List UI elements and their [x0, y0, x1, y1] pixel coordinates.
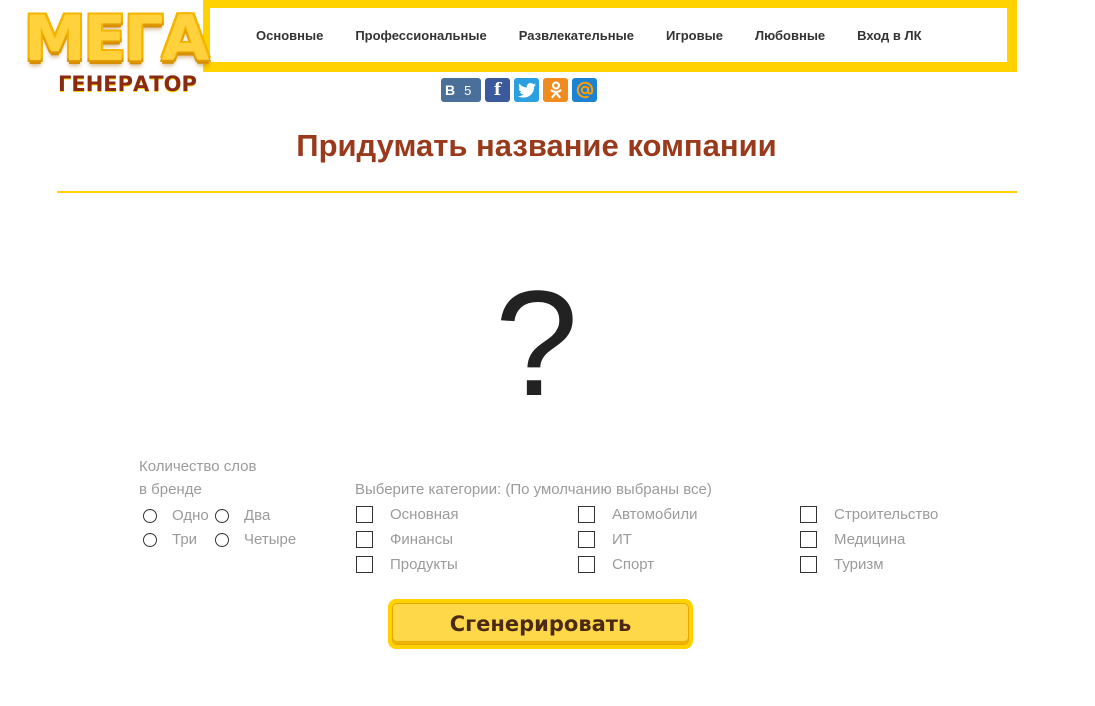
checkbox[interactable]: [800, 530, 817, 548]
mailru-icon: [576, 81, 593, 99]
vk-share-count: 5: [464, 82, 472, 98]
nav-item-entertainment[interactable]: Развлекательные: [503, 28, 650, 43]
twitter-icon: [517, 82, 536, 98]
category-cars[interactable]: Автомобили: [578, 505, 800, 523]
page-title: Придумать название компании: [296, 128, 777, 163]
word-count-option-two[interactable]: Два: [215, 507, 305, 524]
word-count-option-four[interactable]: Четыре: [215, 531, 305, 548]
radio-label: Два: [244, 507, 271, 524]
page: Основные Профессиональные Развлекательны…: [0, 0, 1095, 706]
title-divider: [57, 191, 1017, 193]
odnoklassniki-icon: [549, 81, 562, 99]
radio-button[interactable]: [215, 508, 229, 523]
checkbox-label: Автомобили: [612, 505, 698, 523]
generate-button-label: Сгенерировать: [392, 603, 689, 645]
twitter-share-button[interactable]: [514, 78, 539, 102]
word-count-option-three[interactable]: Три: [143, 531, 215, 548]
generate-button[interactable]: Сгенерировать: [388, 599, 693, 649]
logo-text-generator: ГЕНЕРАТОР: [58, 72, 197, 96]
nav-item-basic[interactable]: Основные: [240, 28, 339, 43]
category-sport[interactable]: Спорт: [578, 555, 800, 573]
checkbox-label: Строительство: [834, 505, 939, 523]
facebook-icon: f: [493, 80, 502, 100]
radio-label: Четыре: [244, 531, 297, 548]
radio-label: Три: [172, 531, 198, 548]
checkbox[interactable]: [356, 555, 373, 573]
category-tourism[interactable]: Туризм: [800, 555, 1022, 573]
checkbox-label: Спорт: [612, 555, 655, 573]
social-share-bar: В 5 f: [441, 78, 597, 102]
nav-item-login[interactable]: Вход в ЛК: [841, 28, 937, 43]
radio-button[interactable]: [143, 532, 157, 547]
logo-text-mega: МЕГА: [24, 2, 210, 75]
category-products[interactable]: Продукты: [356, 555, 578, 573]
nav-item-love[interactable]: Любовные: [739, 28, 841, 43]
category-medicine[interactable]: Медицина: [800, 530, 1022, 548]
main-nav: Основные Профессиональные Развлекательны…: [240, 8, 938, 62]
nav-item-professional[interactable]: Профессиональные: [339, 28, 502, 43]
vk-share-button[interactable]: В 5: [441, 78, 481, 102]
checkbox-label: Финансы: [390, 530, 453, 548]
categories-checkbox-group: Основная Автомобили Строительство Финанс…: [356, 505, 1022, 573]
word-count-label-line2: в бренде: [139, 481, 202, 498]
radio-label: Одно: [172, 507, 209, 524]
checkbox[interactable]: [356, 530, 373, 548]
checkbox-label: ИТ: [612, 530, 632, 548]
checkbox-label: Медицина: [834, 530, 906, 548]
vk-icon: В: [445, 82, 456, 98]
checkbox[interactable]: [578, 530, 595, 548]
radio-button[interactable]: [143, 508, 157, 523]
checkbox-label: Туризм: [834, 555, 884, 573]
checkbox[interactable]: [356, 505, 373, 523]
radio-button[interactable]: [215, 532, 229, 547]
nav-item-games[interactable]: Игровые: [650, 28, 739, 43]
checkbox[interactable]: [578, 505, 595, 523]
word-count-label-line1: Количество слов: [139, 458, 257, 475]
generated-name-result: ?: [494, 259, 579, 427]
checkbox[interactable]: [578, 555, 595, 573]
category-it[interactable]: ИТ: [578, 530, 800, 548]
checkbox-label: Основная: [390, 505, 459, 523]
word-count-option-one[interactable]: Одно: [143, 507, 215, 524]
category-finance[interactable]: Финансы: [356, 530, 578, 548]
site-logo[interactable]: МЕГА ГЕНЕРАТОР: [20, 8, 246, 100]
checkbox[interactable]: [800, 505, 817, 523]
odnoklassniki-share-button[interactable]: [543, 78, 568, 102]
checkbox-label: Продукты: [390, 555, 458, 573]
categories-label: Выберите категории: (По умолчанию выбран…: [355, 481, 712, 498]
facebook-share-button[interactable]: f: [485, 78, 510, 102]
category-construction[interactable]: Строительство: [800, 505, 1022, 523]
word-count-radio-group: Одно Два Три Четыре: [143, 507, 305, 548]
checkbox[interactable]: [800, 555, 817, 573]
word-count-label: Количество слов в бренде: [139, 455, 279, 501]
mailru-share-button[interactable]: [572, 78, 597, 102]
category-basic[interactable]: Основная: [356, 505, 578, 523]
